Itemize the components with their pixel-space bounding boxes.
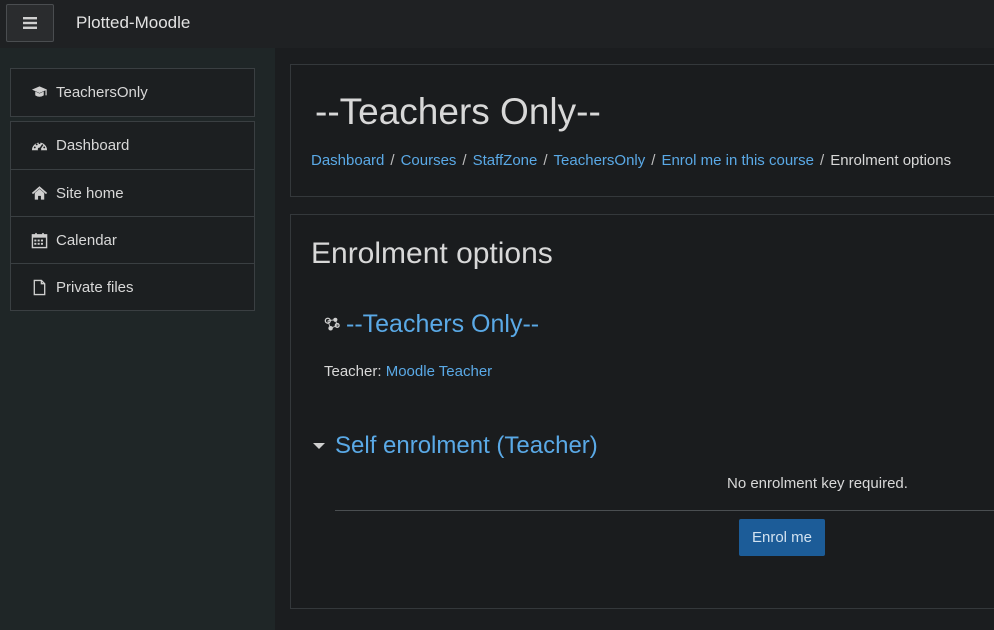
course-name-link[interactable]: --Teachers Only-- [346,310,539,339]
sidebar-item-label: TeachersOnly [56,84,148,101]
site-name-link[interactable]: Plotted-Moodle [76,13,190,33]
breadcrumb-separator: / [390,152,395,169]
breadcrumb-teachersonly[interactable]: TeachersOnly [554,152,646,169]
teacher-label: Teacher: [324,363,382,380]
enrol-me-button[interactable]: Enrol me [739,519,825,556]
breadcrumb-enrol-me[interactable]: Enrol me in this course [661,152,814,169]
course-info: --Teachers Only-- [324,310,539,339]
calendar-icon [31,232,48,248]
sidebar-item-label: Private files [56,278,134,296]
breadcrumb-staffzone[interactable]: StaffZone [473,152,538,169]
sidebar-item-site-home[interactable]: Site home [11,169,254,216]
sidebar-item-private-files[interactable]: Private files [11,263,254,310]
caret-down-icon [313,443,325,449]
breadcrumb-current: Enrolment options [830,152,952,169]
breadcrumb-separator: / [651,152,656,169]
section-heading: Enrolment options [311,237,553,270]
breadcrumb-courses[interactable]: Courses [401,152,457,169]
teacher-name-link[interactable]: Moodle Teacher [386,363,492,380]
divider [335,510,994,511]
enrol-method-toggle[interactable]: Self enrolment (Teacher) [313,432,598,460]
sidebar-item-calendar[interactable]: Calendar [11,216,254,263]
enrol-method-heading: Self enrolment (Teacher) [335,432,598,459]
drawer-toggle-button[interactable] [6,4,54,42]
graduation-cap-icon [31,86,48,97]
breadcrumb-separator: / [820,152,825,169]
enrolment-options-region: Enrolment options --Teachers Only-- Teac… [290,214,994,609]
dashboard-icon [31,142,48,151]
breadcrumb-separator: / [462,152,467,169]
page-header: --Teachers Only-- Dashboard / Courses / Staf… [290,64,994,197]
breadcrumb: Dashboard / Courses / StaffZone / TeachersOnly… [311,152,951,169]
breadcrumb-dashboard[interactable]: Dashboard [311,152,384,169]
top-navbar: Plotted-Moodle [0,0,994,48]
page-title: --Teachers Only-- [315,91,601,132]
hamburger-menu-icon [23,17,37,29]
course-network-icon [324,317,340,331]
sidebar-item-label: Calendar [56,231,117,249]
no-key-message: No enrolment key required. [727,475,908,492]
breadcrumb-separator: / [543,152,548,169]
sidebar-item-label: Site home [56,184,124,202]
file-icon [33,279,46,295]
sidebar-item-label: Dashboard [56,137,130,154]
main-nav-block: Dashboard Site home Calendar Private fil… [10,121,255,311]
nav-drawer: TeachersOnly Dashboard Site home Calenda… [0,48,275,630]
home-icon [31,185,48,200]
teacher-info: Teacher: Moodle Teacher [324,363,492,380]
course-nav-block: TeachersOnly [10,68,255,117]
sidebar-item-teachersonly[interactable]: TeachersOnly [11,69,254,116]
sidebar-item-dashboard[interactable]: Dashboard [11,122,254,169]
